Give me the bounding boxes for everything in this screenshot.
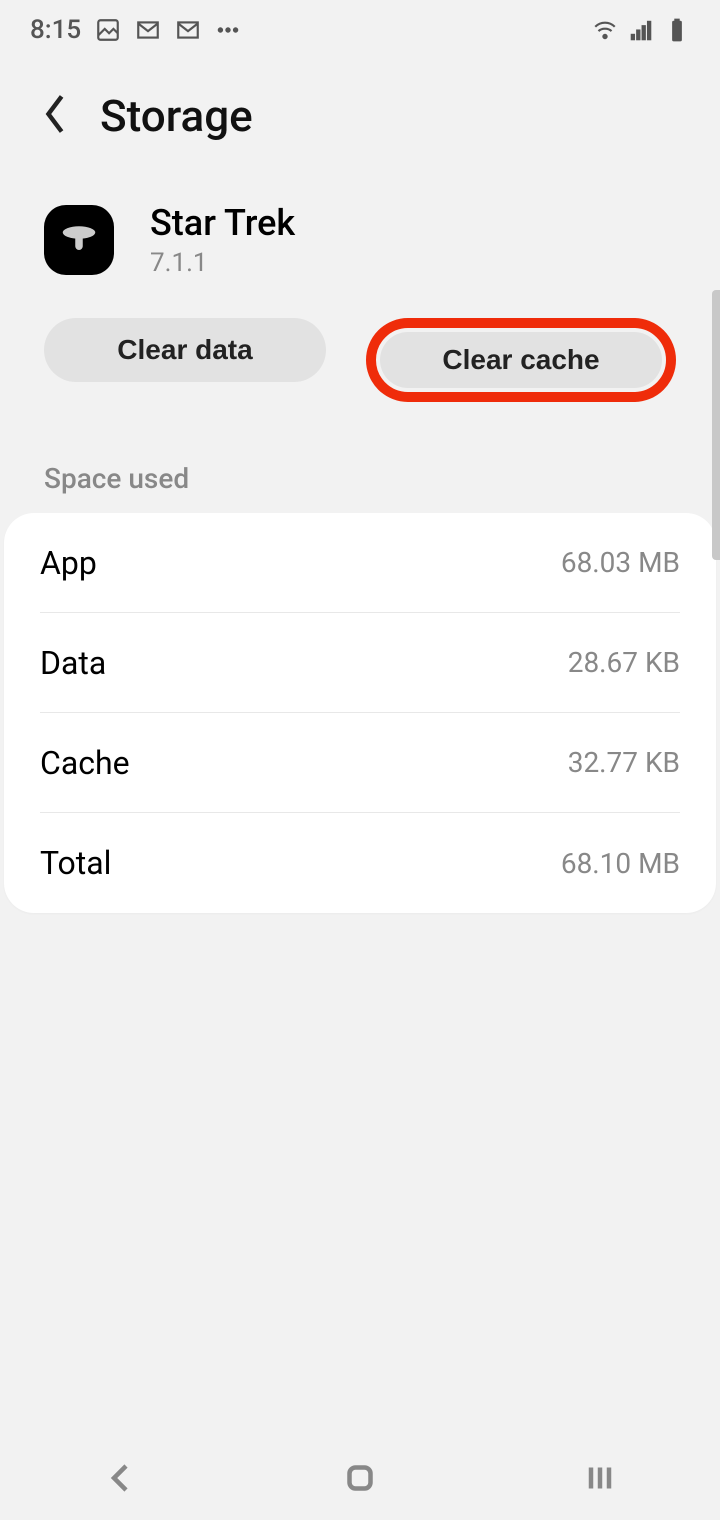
action-buttons: Clear data Clear cache [0,318,720,462]
row-value: 28.67 KB [568,646,680,679]
image-icon [95,17,121,43]
highlight-annotation: Clear cache [366,318,676,402]
page-title: Storage [100,90,253,142]
clear-data-button[interactable]: Clear data [44,318,326,382]
status-bar: 8:15 [0,0,720,60]
more-dots-icon [215,17,241,43]
row-label: Cache [40,744,130,782]
page-header: Storage [0,60,720,182]
row-value: 68.03 MB [561,546,680,579]
battery-icon [664,17,690,43]
row-label: Total [40,844,111,882]
row-total: Total 68.10 MB [40,813,680,913]
row-app: App 68.03 MB [40,513,680,613]
status-time: 8:15 [30,15,81,45]
back-icon[interactable] [40,92,70,140]
row-value: 32.77 KB [568,746,680,779]
nav-recents-icon[interactable] [582,1460,618,1500]
wifi-icon [592,17,618,43]
system-nav-bar [0,1440,720,1520]
row-label: App [40,544,97,582]
row-data: Data 28.67 KB [40,613,680,713]
nav-home-icon[interactable] [342,1460,378,1500]
row-label: Data [40,644,106,682]
space-used-card: App 68.03 MB Data 28.67 KB Cache 32.77 K… [4,513,716,913]
row-cache: Cache 32.77 KB [40,713,680,813]
mail-icon [135,17,161,43]
app-name: Star Trek [150,202,295,244]
nav-back-icon[interactable] [102,1460,138,1500]
row-value: 68.10 MB [561,847,680,880]
app-info-block: Star Trek 7.1.1 [0,182,720,318]
section-header-space-used: Space used [0,462,720,513]
signal-icon [628,17,654,43]
mail-icon [175,17,201,43]
app-version: 7.1.1 [150,248,295,278]
app-icon [44,205,114,275]
scrollbar[interactable] [712,290,720,560]
clear-cache-button[interactable]: Clear cache [380,332,662,388]
